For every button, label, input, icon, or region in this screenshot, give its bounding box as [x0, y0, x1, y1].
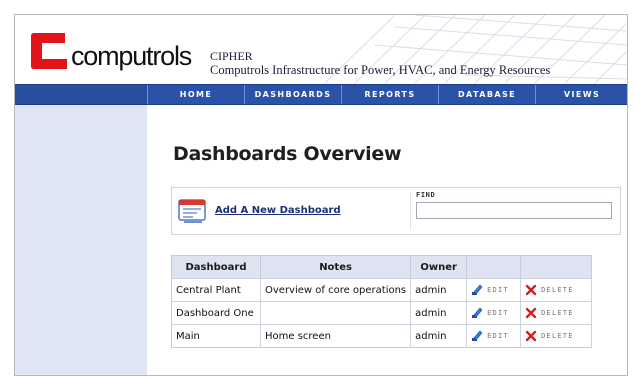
edit-button[interactable]: EDIT — [471, 307, 516, 319]
delete-cell: DELETE — [520, 301, 593, 325]
page-title: Dashboards Overview — [173, 143, 402, 165]
dashboard-name-cell[interactable]: Main — [171, 324, 261, 348]
nav-dashboards[interactable]: DASHBOARDS — [244, 85, 341, 104]
add-dashboard-icon[interactable] — [176, 196, 210, 226]
nav-reports[interactable]: REPORTS — [341, 85, 438, 104]
main-nav: HOME DASHBOARDS REPORTS DATABASE VIEWS — [15, 84, 627, 105]
nav-spacer — [15, 85, 147, 104]
red-x-delete-icon — [525, 330, 537, 342]
delete-label: DELETE — [541, 332, 574, 340]
pencil-edit-icon — [472, 330, 483, 341]
table-row: Main Home screen admin EDIT DELETE — [171, 324, 593, 348]
owner-cell: admin — [410, 324, 468, 348]
owner-cell: admin — [410, 278, 468, 302]
column-header-owner[interactable]: Owner — [410, 255, 468, 279]
action-panel: Add A New Dashboard FIND — [171, 187, 621, 235]
dashboard-name-cell[interactable]: Dashboard One — [171, 301, 261, 325]
find-divider — [410, 192, 411, 230]
delete-label: DELETE — [541, 286, 574, 294]
app-window: computrols CIPHER Computrols Infrastruct… — [14, 14, 628, 376]
pencil-edit-icon — [472, 284, 483, 295]
find-label: FIND — [416, 191, 436, 199]
table-row: Central Plant Overview of core operation… — [171, 278, 593, 302]
table-row: Dashboard One admin EDIT DELETE — [171, 301, 593, 325]
computrols-logo[interactable]: computrols — [29, 26, 192, 71]
brand-wordmark: computrols — [71, 41, 192, 71]
delete-cell: DELETE — [520, 324, 593, 348]
app-subtitle: Computrols Infrastructure for Power, HVA… — [210, 63, 551, 77]
notes-cell: Home screen — [260, 324, 412, 348]
column-header-delete — [520, 255, 593, 279]
dashboard-name-cell[interactable]: Central Plant — [171, 278, 261, 302]
pencil-edit-icon — [472, 307, 483, 318]
edit-cell: EDIT — [466, 324, 522, 348]
column-header-notes[interactable]: Notes — [260, 255, 412, 279]
header: computrols CIPHER Computrols Infrastruct… — [15, 15, 627, 83]
delete-button[interactable]: DELETE — [525, 330, 587, 342]
edit-cell: EDIT — [466, 301, 522, 325]
computrols-c-logo-icon — [31, 33, 67, 69]
notes-cell — [260, 301, 412, 325]
edit-label: EDIT — [487, 286, 509, 294]
sidebar — [15, 105, 147, 375]
nav-home[interactable]: HOME — [147, 85, 244, 104]
column-header-dashboard[interactable]: Dashboard — [171, 255, 261, 279]
red-x-delete-icon — [525, 307, 537, 319]
notes-cell: Overview of core operations — [260, 278, 412, 302]
table-header-row: Dashboard Notes Owner — [171, 255, 593, 279]
column-header-edit — [466, 255, 522, 279]
main-content: Dashboards Overview Add A New Dashboard … — [147, 105, 627, 375]
edit-label: EDIT — [487, 309, 509, 317]
edit-button[interactable]: EDIT — [471, 330, 516, 342]
nav-database[interactable]: DATABASE — [438, 85, 535, 104]
app-name: CIPHER — [210, 49, 253, 63]
edit-cell: EDIT — [466, 278, 522, 302]
add-dashboard-link[interactable]: Add A New Dashboard — [215, 205, 341, 216]
delete-button[interactable]: DELETE — [525, 284, 587, 296]
nav-views[interactable]: VIEWS — [535, 85, 627, 104]
delete-label: DELETE — [541, 309, 574, 317]
find-input[interactable] — [416, 202, 612, 219]
dashboards-table: Dashboard Notes Owner Central Plant Over… — [171, 255, 593, 348]
owner-cell: admin — [410, 301, 468, 325]
edit-label: EDIT — [487, 332, 509, 340]
edit-button[interactable]: EDIT — [471, 284, 516, 296]
red-x-delete-icon — [525, 284, 537, 296]
delete-button[interactable]: DELETE — [525, 307, 587, 319]
delete-cell: DELETE — [520, 278, 593, 302]
